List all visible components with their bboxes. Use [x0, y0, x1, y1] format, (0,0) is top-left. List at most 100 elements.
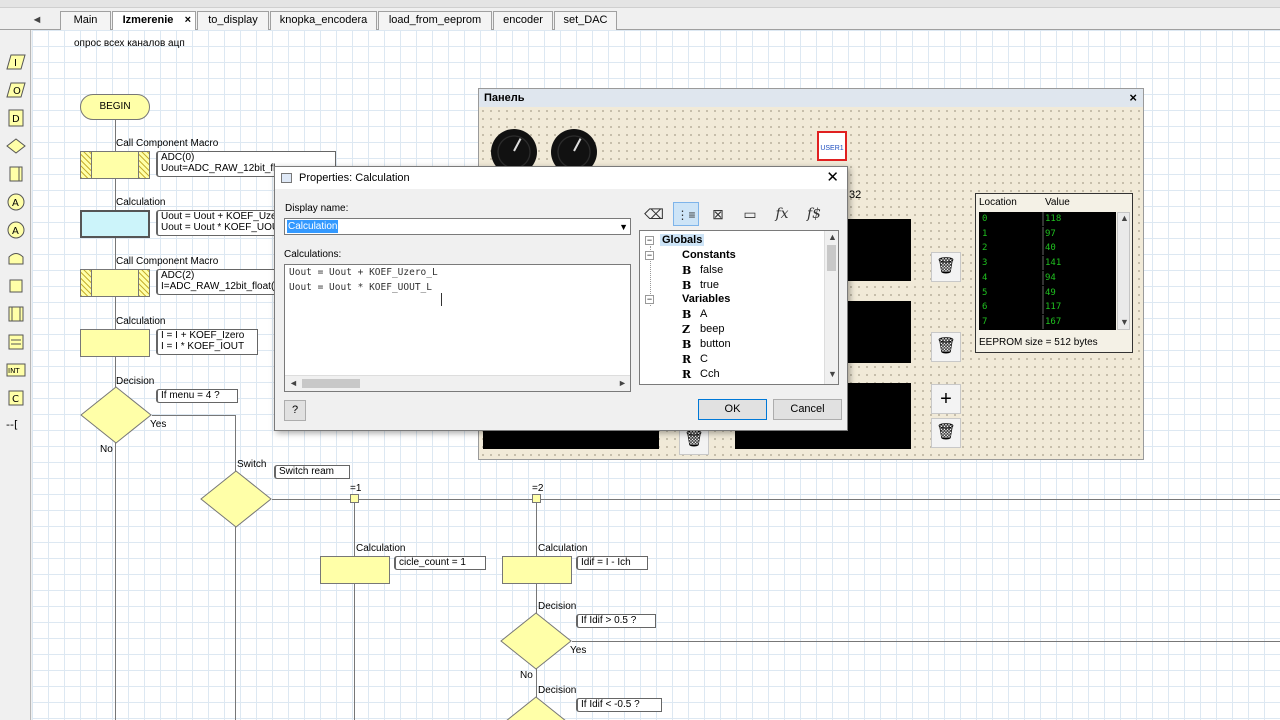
tab-scroll-left-icon[interactable]: ◄ — [30, 12, 44, 28]
tab-encoder[interactable]: encoder — [493, 11, 553, 30]
code-icon[interactable]: C — [6, 388, 26, 408]
tree-item[interactable]: A — [700, 308, 707, 320]
string-functions-icon[interactable]: f$ — [801, 202, 827, 226]
calculation-block-3[interactable] — [320, 556, 390, 584]
user1-component[interactable]: USER1 — [817, 131, 847, 161]
call-macro-block-1[interactable] — [80, 151, 150, 179]
tree-item[interactable]: Cch — [700, 368, 720, 380]
tree-node-constants[interactable]: Constants — [682, 249, 736, 261]
boolean-type-icon: B — [682, 279, 692, 292]
tab-close-icon[interactable]: × — [185, 12, 191, 29]
collapse-icon[interactable]: − — [645, 295, 654, 304]
scroll-thumb[interactable] — [302, 379, 360, 388]
tree-item[interactable]: true — [700, 279, 719, 291]
calculation-block-1-selected[interactable] — [80, 210, 150, 238]
decision-icon[interactable] — [6, 136, 26, 156]
call-icon[interactable] — [6, 276, 26, 296]
eeprom-location: 4 — [982, 272, 988, 283]
dialog-titlebar[interactable]: Properties: Calculation ✕ — [275, 167, 847, 189]
code-line: Uout = Uout * KOEF_UOUT_L — [289, 282, 432, 293]
delay-icon[interactable]: D — [6, 108, 26, 128]
close-icon[interactable]: ✕ — [826, 169, 839, 187]
variables-icon[interactable]: ⋮≡ — [673, 202, 699, 226]
eeprom-viewer[interactable]: Location Value 0 118 1 97 2 40 3 141 4 94 5 49… — [975, 193, 1133, 353]
scroll-up-icon[interactable]: ▲ — [1120, 213, 1129, 223]
eeprom-row[interactable]: 4 94 — [979, 270, 1116, 285]
tab-knopka-encodera[interactable]: knopka_encodera — [270, 11, 377, 30]
begin-label: BEGIN — [99, 101, 131, 112]
case-1-joint[interactable] — [350, 494, 359, 503]
trash-icon[interactable]: 🗑 — [931, 418, 961, 448]
globals-tree[interactable]: − Globals − Constants B false B true − V… — [639, 230, 839, 385]
comment-icon[interactable]: --[ — [6, 414, 26, 434]
add-icon[interactable]: + — [931, 384, 961, 414]
calculation-icon[interactable] — [6, 248, 26, 268]
calculation-block-2[interactable] — [80, 329, 150, 357]
tree-node-variables[interactable]: Variables — [682, 293, 730, 305]
begin-terminator[interactable]: BEGIN — [80, 94, 150, 120]
tab-izmerenie[interactable]: Izmerenie × — [112, 11, 196, 31]
eeprom-row[interactable]: 7 167 — [979, 314, 1116, 329]
tree-scrollbar[interactable]: ▲ ▼ — [824, 231, 838, 384]
calculations-editor[interactable]: Uout = Uout + KOEF_Uzero_L Uout = Uout *… — [284, 264, 631, 392]
tab-load-from-eeprom[interactable]: load_from_eeprom — [378, 11, 492, 30]
help-button[interactable]: ? — [284, 400, 306, 421]
eeprom-row[interactable]: 2 40 — [979, 241, 1116, 256]
trash-icon[interactable]: 🗑 — [931, 332, 961, 362]
calc4-note: Idif = I - Ich — [576, 556, 648, 570]
eeprom-row[interactable]: 6 117 — [979, 300, 1116, 315]
collapse-icon[interactable]: − — [645, 236, 654, 245]
analog-icon[interactable]: A — [6, 220, 26, 240]
trash-icon[interactable]: 🗑 — [931, 252, 961, 282]
output-icon[interactable]: O — [6, 80, 26, 100]
tab-to-display[interactable]: to_display — [197, 11, 269, 30]
input-icon[interactable]: I — [6, 52, 26, 72]
decision-diamond-3[interactable] — [500, 696, 572, 720]
tree-item[interactable]: false — [700, 264, 723, 276]
component-icon[interactable]: A — [6, 192, 26, 212]
decision-diamond-1[interactable] — [80, 386, 152, 444]
eeprom-row[interactable]: 5 49 — [979, 285, 1116, 300]
collapse-icon[interactable]: − — [645, 251, 654, 260]
eeprom-row[interactable]: 1 97 — [979, 226, 1116, 241]
component-macro-icon[interactable] — [6, 304, 26, 324]
call-macro-block-2[interactable] — [80, 269, 150, 297]
interrupt-icon[interactable]: INT — [6, 360, 26, 380]
scroll-up-icon[interactable]: ▲ — [828, 232, 837, 242]
tab-set-dac[interactable]: set_DAC — [554, 11, 617, 30]
decision2-note: If Idif > 0.5 ? — [576, 614, 656, 628]
scroll-down-icon[interactable]: ▼ — [1120, 317, 1129, 327]
ports-icon[interactable]: ⊠ — [705, 202, 731, 226]
cancel-button[interactable]: Cancel — [773, 399, 842, 420]
scroll-left-icon[interactable]: ◄ — [289, 378, 298, 388]
tree-item[interactable]: beep — [700, 323, 724, 335]
scroll-right-icon[interactable]: ► — [618, 378, 627, 388]
scroll-down-icon[interactable]: ▼ — [828, 369, 837, 379]
eeprom-row[interactable]: 3 141 — [979, 256, 1116, 271]
components-icon[interactable]: ▭ — [737, 202, 763, 226]
loop-icon[interactable] — [6, 164, 26, 184]
tab-main[interactable]: Main — [60, 11, 111, 30]
display-name-field[interactable]: Calculation ▼ — [284, 218, 631, 235]
panel-close-icon[interactable]: × — [1129, 89, 1137, 107]
chevron-down-icon[interactable]: ▼ — [619, 222, 628, 232]
eraser-icon[interactable]: ⌫ — [641, 202, 667, 226]
eeprom-list[interactable]: 0 118 1 97 2 40 3 141 4 94 5 49 6 117 7 167 — [979, 212, 1116, 330]
calculation-block-4[interactable] — [502, 556, 572, 584]
tree-node-globals[interactable]: Globals — [660, 234, 705, 246]
calculations-hscrollbar[interactable]: ◄ ► — [285, 375, 630, 391]
properties-dialog[interactable]: Properties: Calculation ✕ Display name: … — [274, 166, 848, 431]
eeprom-row[interactable]: 0 118 — [979, 212, 1116, 226]
switch-label: Switch — [237, 459, 267, 470]
eeprom-scrollbar[interactable]: ▲ ▼ — [1117, 212, 1130, 330]
tree-item[interactable]: button — [700, 338, 731, 350]
tree-item[interactable]: C — [700, 353, 708, 365]
switch-diamond[interactable] — [200, 470, 272, 528]
case-2-joint[interactable] — [532, 494, 541, 503]
decision-diamond-2[interactable] — [500, 612, 572, 670]
switch-icon[interactable] — [6, 332, 26, 352]
eeprom-size: EEPROM size = 512 bytes — [979, 337, 1098, 348]
scroll-thumb[interactable] — [827, 245, 836, 271]
functions-icon[interactable]: fx — [769, 202, 795, 226]
ok-button[interactable]: OK — [698, 399, 767, 420]
